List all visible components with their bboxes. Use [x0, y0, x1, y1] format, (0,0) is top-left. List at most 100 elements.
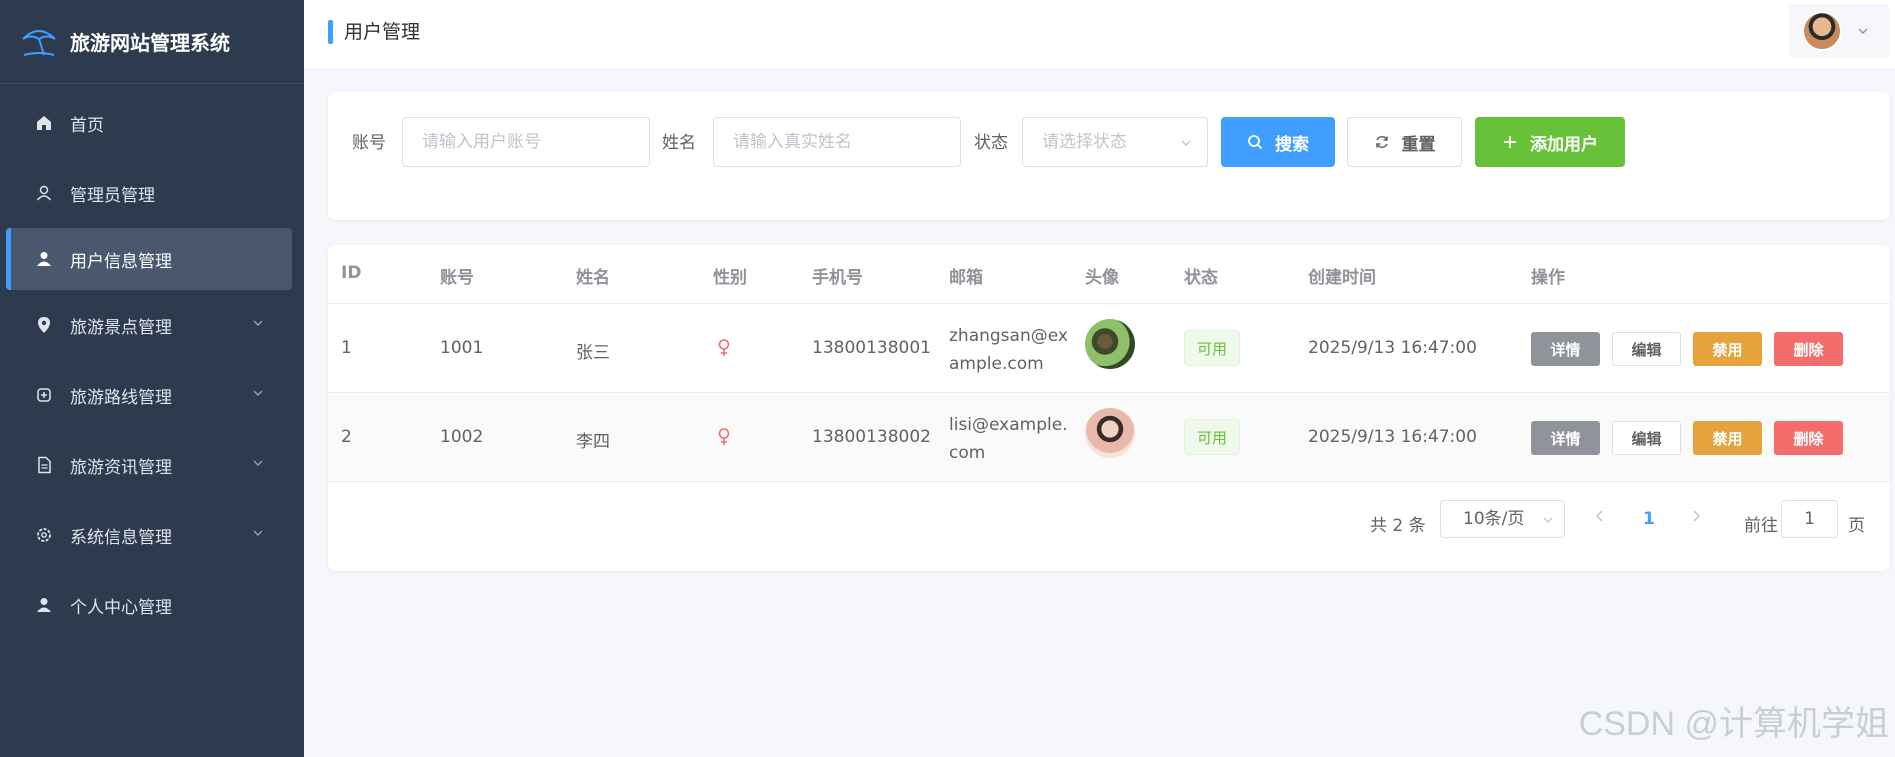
sidebar-item-label: 旅游资讯管理	[70, 457, 172, 478]
brand-title: 旅游网站管理系统	[70, 31, 230, 55]
user-menu[interactable]	[1789, 4, 1889, 58]
status-badge: 可用	[1184, 330, 1240, 366]
status-select[interactable]: 请选择状态	[1022, 117, 1208, 167]
status-select-placeholder: 请选择状态	[1042, 132, 1127, 152]
delete-button[interactable]: 删除	[1774, 332, 1843, 366]
page-title: 用户管理	[328, 18, 420, 46]
refresh-icon	[1375, 136, 1388, 148]
edit-button[interactable]: 编辑	[1612, 421, 1681, 455]
gear-icon	[34, 525, 54, 545]
chevron-down-icon	[253, 530, 263, 536]
page-number-current[interactable]: 1	[1643, 509, 1655, 529]
search-button[interactable]: 搜索	[1221, 117, 1335, 167]
goto-label: 前往	[1744, 516, 1778, 536]
cell-phone: 13800138002	[812, 427, 931, 447]
page-size-value: 10条/页	[1463, 509, 1525, 529]
avatar	[1085, 408, 1135, 458]
chevron-down-icon	[253, 390, 263, 396]
female-icon	[718, 428, 730, 445]
user-icon	[34, 249, 54, 269]
chevron-down-icon	[1543, 517, 1553, 523]
sidebar-menu: 首页 管理员管理 用户信息管理 旅游景点管理 旅游路线管理 旅游资讯管理 系统信…	[0, 88, 304, 640]
search-button-label: 搜索	[1275, 134, 1309, 155]
goto-page-input[interactable]: 1	[1781, 500, 1838, 538]
column-header: 账号	[440, 268, 474, 288]
sidebar-item-label: 管理员管理	[70, 185, 155, 206]
sidebar-item-label: 首页	[70, 115, 104, 136]
sidebar-item-system[interactable]: 系统信息管理	[0, 500, 304, 570]
sidebar-item-label: 个人中心管理	[70, 597, 172, 618]
plus-icon	[1504, 136, 1516, 148]
avatar	[1802, 11, 1842, 51]
sidebar-item-profile[interactable]: 个人中心管理	[0, 570, 304, 640]
cell-account: 1001	[440, 338, 484, 358]
add-user-button[interactable]: 添加用户	[1475, 117, 1625, 167]
add-user-button-label: 添加用户	[1530, 134, 1598, 155]
chevron-down-icon	[253, 320, 263, 326]
sidebar-item-home[interactable]: 首页	[0, 88, 304, 158]
female-icon	[718, 339, 730, 356]
column-header: 邮箱	[949, 268, 983, 288]
user-icon	[34, 595, 54, 615]
header: 用户管理	[304, 0, 1895, 68]
sidebar-item-users[interactable]: 用户信息管理	[6, 228, 292, 290]
chevron-down-icon	[1858, 28, 1868, 34]
name-label: 姓名	[662, 133, 696, 153]
chevron-down-icon	[1181, 140, 1191, 146]
sidebar-item-routes[interactable]: 旅游路线管理	[0, 360, 304, 430]
delete-button[interactable]: 删除	[1774, 421, 1843, 455]
logo-icon	[22, 29, 56, 56]
cell-phone: 13800138001	[812, 338, 931, 358]
search-icon	[1248, 135, 1263, 150]
chevron-right-icon[interactable]	[1688, 508, 1704, 524]
ban-button[interactable]: 禁用	[1693, 332, 1762, 366]
reset-button[interactable]: 重置	[1347, 117, 1462, 167]
location-icon	[34, 315, 54, 335]
cell-name: 张三	[576, 343, 610, 363]
column-header: 操作	[1531, 268, 1565, 288]
chevron-left-icon[interactable]	[1592, 508, 1608, 524]
column-header: 创建时间	[1308, 268, 1376, 288]
filter-card: 账号 请输入用户账号 姓名 请输入真实姓名 状态 请选择状态 搜索 重置 添加用…	[328, 92, 1890, 220]
ban-button[interactable]: 禁用	[1693, 421, 1762, 455]
document-icon	[34, 455, 54, 475]
user-table: ID 账号 姓名 性别 手机号 邮箱 头像 状态 创建时间 操作 1 1001 …	[328, 245, 1890, 571]
name-input[interactable]: 请输入真实姓名	[713, 117, 961, 167]
account-input[interactable]: 请输入用户账号	[402, 117, 650, 167]
cell-id: 2	[341, 427, 352, 447]
cell-created: 2025/9/13 16:47:00	[1308, 338, 1477, 358]
cell-name: 李四	[576, 432, 610, 452]
sidebar-item-label: 旅游景点管理	[70, 317, 172, 338]
cell-email: zhangsan@example.com	[949, 326, 1068, 374]
cell-account: 1002	[440, 427, 484, 447]
goto-unit: 页	[1848, 516, 1865, 536]
reset-button-label: 重置	[1401, 134, 1436, 155]
user-outline-icon	[34, 183, 54, 203]
sidebar-item-label: 系统信息管理	[70, 527, 172, 548]
sidebar-item-admin[interactable]: 管理员管理	[0, 158, 304, 228]
column-header: 性别	[713, 268, 747, 288]
column-header: ID	[341, 263, 362, 283]
status-badge: 可用	[1184, 419, 1240, 455]
edit-button[interactable]: 编辑	[1612, 332, 1681, 366]
cell-email: lisi@example.com	[949, 415, 1068, 463]
detail-button[interactable]: 详情	[1531, 332, 1600, 366]
table-row: 2 1002 李四 13800138002 lisi@example.com 可…	[328, 393, 1890, 482]
column-header: 状态	[1184, 268, 1218, 288]
pagination: 共 2 条 10条/页 1 前往 1 页	[328, 493, 1890, 553]
home-icon	[34, 113, 54, 133]
avatar	[1085, 319, 1135, 369]
page-size-select[interactable]: 10条/页	[1440, 500, 1565, 538]
chevron-down-icon	[253, 460, 263, 466]
sidebar-item-attractions[interactable]: 旅游景点管理	[0, 290, 304, 360]
brand[interactable]: 旅游网站管理系统	[0, 0, 304, 84]
pagination-total: 共 2 条	[1370, 516, 1426, 536]
sidebar-item-news[interactable]: 旅游资讯管理	[0, 430, 304, 500]
detail-button[interactable]: 详情	[1531, 421, 1600, 455]
watermark: CSDN @计算机学姐	[1578, 705, 1889, 743]
sidebar-item-label: 用户信息管理	[70, 251, 172, 272]
status-label: 状态	[974, 133, 1008, 153]
route-icon	[34, 385, 54, 405]
column-header: 头像	[1085, 268, 1119, 288]
table-header: ID 账号 姓名 性别 手机号 邮箱 头像 状态 创建时间 操作	[328, 245, 1890, 304]
